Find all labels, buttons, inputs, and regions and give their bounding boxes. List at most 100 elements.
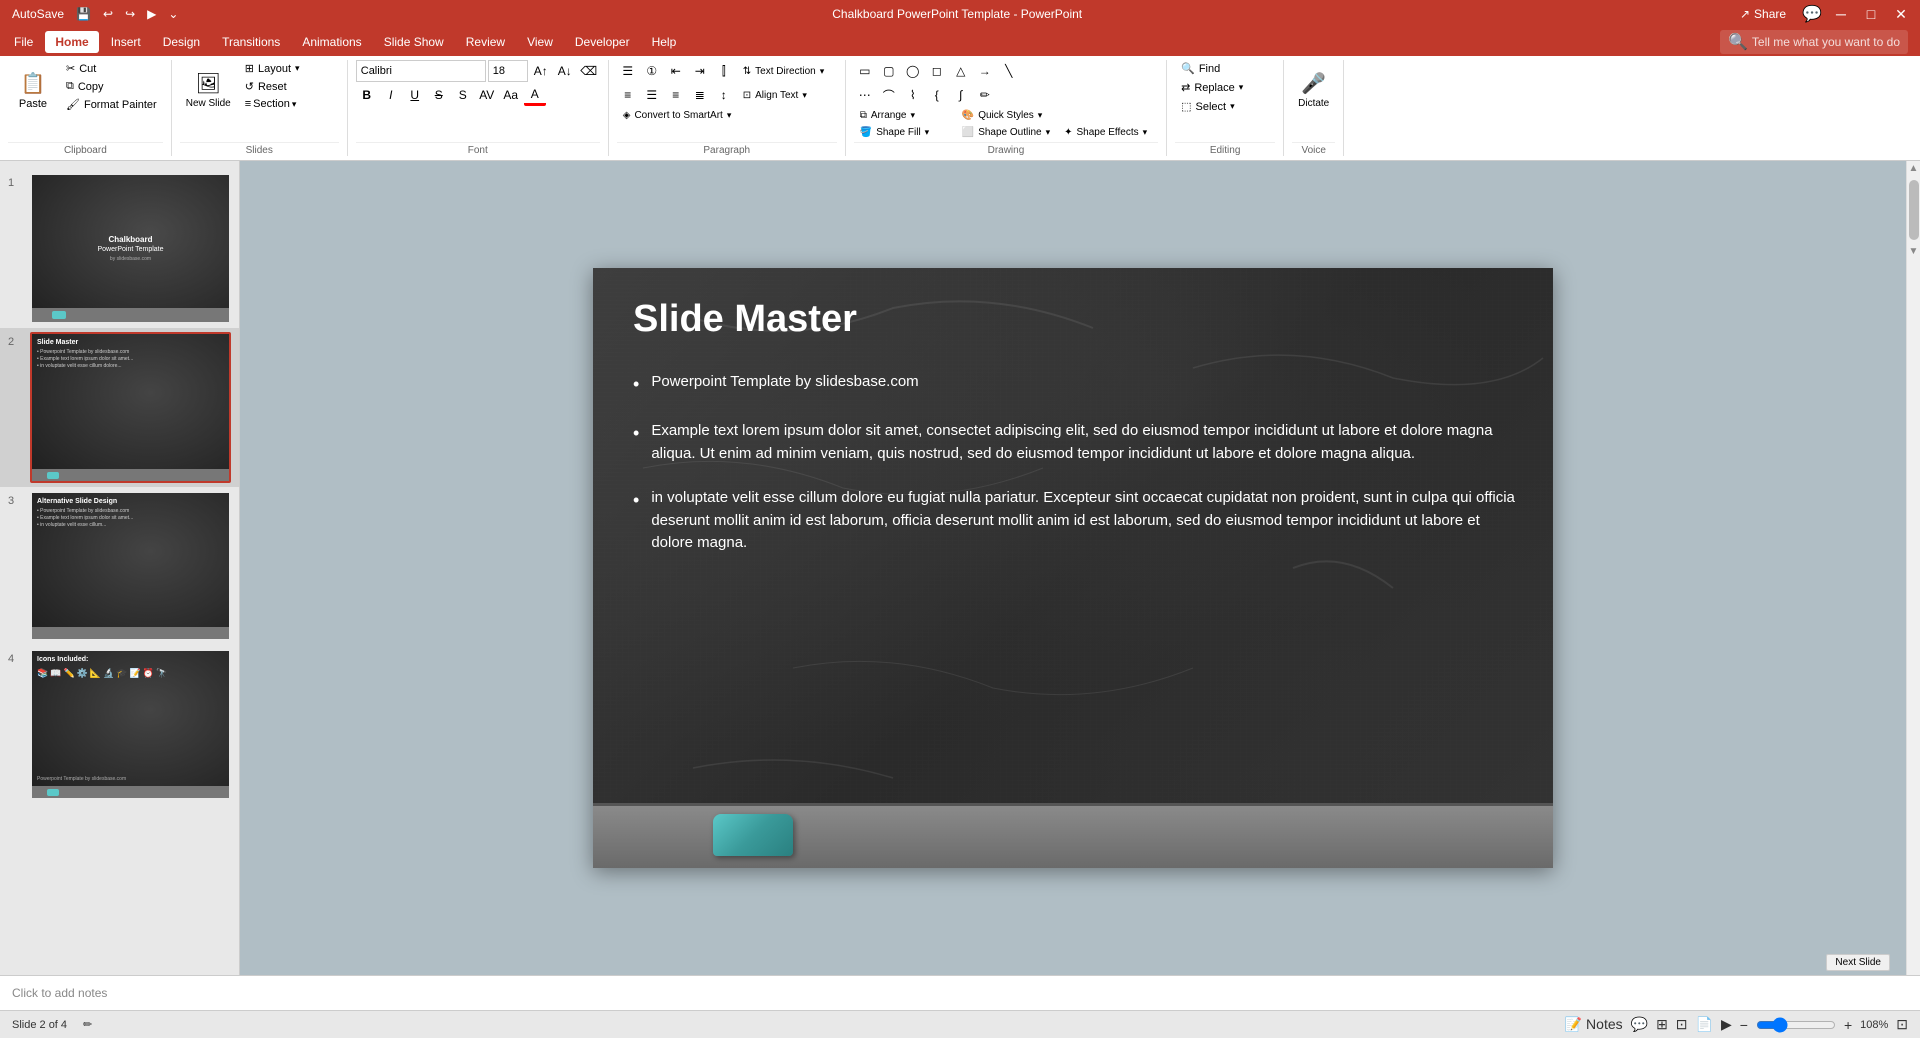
convert-smartart-btn[interactable]: ◈ Convert to SmartArt ▾ — [617, 108, 738, 123]
shape-effects-btn[interactable]: ✦ Shape Effects ▾ — [1058, 125, 1158, 140]
quick-styles-btn[interactable]: 🎨 Quick Styles ▾ — [956, 108, 1056, 123]
menu-file[interactable]: File — [4, 31, 43, 53]
shape-circle-btn[interactable]: ◯ — [902, 60, 924, 82]
redo-btn[interactable]: ↪ — [121, 5, 139, 23]
dictate-button[interactable]: 🎤 Dictate — [1292, 60, 1335, 120]
slide-sorter-btn[interactable]: ⊡ — [1676, 1016, 1688, 1033]
shape-freeform-btn[interactable]: ✏ — [974, 84, 996, 106]
justify-btn[interactable]: ≣ — [689, 84, 711, 106]
restore-button[interactable]: □ — [1860, 3, 1882, 25]
slide-thumb-1[interactable]: Chalkboard PowerPoint Template by slides… — [30, 173, 231, 324]
shape-rect2-btn[interactable]: ◻ — [926, 60, 948, 82]
next-slide-button[interactable]: Next Slide — [1826, 954, 1890, 971]
shape-brace-btn[interactable]: { — [926, 84, 948, 106]
shape-more-btn[interactable]: ⋯ — [854, 84, 876, 106]
slide-item-1[interactable]: 1 Chalkboard PowerPoint Template by slid… — [0, 169, 239, 328]
arrange-btn[interactable]: ⧉ Arrange ▾ — [854, 108, 954, 123]
menu-slideshow[interactable]: Slide Show — [374, 31, 454, 53]
menu-insert[interactable]: Insert — [101, 31, 151, 53]
layout-button[interactable]: ⊞ Layout ▾ — [239, 60, 339, 77]
fit-window-btn[interactable]: ⊡ — [1896, 1016, 1908, 1033]
normal-view-btn[interactable]: ⊞ — [1656, 1016, 1668, 1033]
shape-triangle-btn[interactable]: △ — [950, 60, 972, 82]
slide-item-3[interactable]: 3 Alternative Slide Design • Powerpoint … — [0, 487, 239, 646]
shape-line-btn[interactable]: ╲ — [998, 60, 1020, 82]
bullets-btn[interactable]: ☰ — [617, 60, 639, 82]
shape-rtarrow-btn[interactable]: → — [974, 60, 996, 82]
increase-indent-btn[interactable]: ⇥ — [689, 60, 711, 82]
zoom-slider[interactable] — [1756, 1017, 1836, 1033]
edit-slide-icon[interactable]: ✏ — [83, 1018, 92, 1031]
strikethrough-button[interactable]: S — [428, 84, 450, 106]
align-right-btn[interactable]: ≡ — [665, 84, 687, 106]
align-center-btn[interactable]: ☰ — [641, 84, 663, 106]
slide-thumb-4[interactable]: Icons Included: 📚📖✏️⚙️📐 🔬🎓📝⏰🔭 Powerpoint… — [30, 649, 231, 800]
shape-curve-btn[interactable]: ∫ — [950, 84, 972, 106]
menu-developer[interactable]: Developer — [565, 31, 640, 53]
share-button[interactable]: ↗ Share — [1732, 5, 1794, 23]
text-direction-btn[interactable]: ⇅ Text Direction ▾ — [737, 64, 837, 79]
shape-arc-btn[interactable]: ⌒ — [878, 84, 900, 106]
slide-thumb-2[interactable]: Slide Master • Powerpoint Template by sl… — [30, 332, 231, 483]
menu-animations[interactable]: Animations — [292, 31, 371, 53]
present-btn[interactable]: ▶ — [143, 5, 160, 23]
new-slide-button[interactable]: 🖼 New Slide — [180, 60, 237, 120]
scroll-down-arrow[interactable]: ▼ — [1907, 244, 1920, 259]
autosave-toggle[interactable]: AutoSave — [8, 5, 68, 23]
search-box[interactable]: 🔍 Tell me what you want to do — [1720, 30, 1908, 54]
replace-btn[interactable]: ⇄ Replace ▾ — [1175, 79, 1275, 96]
columns-btn[interactable]: ⫿ — [713, 60, 735, 82]
clear-format-btn[interactable]: ⌫ — [578, 60, 600, 82]
scroll-up-arrow[interactable]: ▲ — [1907, 161, 1920, 176]
menu-view[interactable]: View — [517, 31, 563, 53]
slide-item-4[interactable]: 4 Icons Included: 📚📖✏️⚙️📐 🔬🎓📝⏰🔭 Powerpoi… — [0, 645, 239, 804]
close-button[interactable]: ✕ — [1890, 3, 1912, 25]
reset-button[interactable]: ↺ Reset — [239, 78, 339, 95]
bold-button[interactable]: B — [356, 84, 378, 106]
decrease-indent-btn[interactable]: ⇤ — [665, 60, 687, 82]
slide-item-2[interactable]: 2 Slide Master • Powerpoint Template by … — [0, 328, 239, 487]
shape-connector-btn[interactable]: ⌇ — [902, 84, 924, 106]
save-btn[interactable]: 💾 — [72, 5, 95, 23]
align-text-btn[interactable]: ⊡ Align Text ▾ — [737, 88, 837, 103]
section-button[interactable]: ≡ Section ▾ — [239, 96, 339, 112]
char-spacing-btn[interactable]: AV — [476, 84, 498, 106]
zoom-in-btn[interactable]: + — [1844, 1017, 1852, 1033]
reading-view-btn[interactable]: 📄 — [1696, 1016, 1713, 1033]
increase-font-btn[interactable]: A↑ — [530, 60, 552, 82]
shape-square-btn[interactable]: ▭ — [854, 60, 876, 82]
line-spacing-btn[interactable]: ↕ — [713, 84, 735, 106]
slideshow-btn[interactable]: ▶ — [1721, 1016, 1732, 1033]
notes-area[interactable]: Click to add notes — [0, 975, 1920, 1010]
comments-status-btn[interactable]: 💬 — [1631, 1016, 1648, 1033]
menu-design[interactable]: Design — [153, 31, 210, 53]
change-case-btn[interactable]: Aa — [500, 84, 522, 106]
menu-home[interactable]: Home — [45, 31, 98, 53]
customize-qat-btn[interactable]: ⌄ — [164, 5, 182, 23]
slide-canvas[interactable]: Slide Master • Powerpoint Template by sl… — [593, 268, 1553, 868]
menu-review[interactable]: Review — [456, 31, 515, 53]
italic-button[interactable]: I — [380, 84, 402, 106]
menu-help[interactable]: Help — [642, 31, 687, 53]
shape-rounded-btn[interactable]: ▢ — [878, 60, 900, 82]
shape-outline-btn[interactable]: ⬜ Shape Outline ▾ — [956, 125, 1056, 140]
comments-button[interactable]: 💬 — [1802, 4, 1822, 24]
paste-button[interactable]: 📋 Paste — [8, 60, 58, 120]
shape-fill-btn[interactable]: 🪣 Shape Fill ▾ — [854, 125, 954, 140]
find-btn[interactable]: 🔍 Find — [1175, 60, 1275, 77]
font-name-input[interactable] — [356, 60, 486, 82]
shadow-button[interactable]: S — [452, 84, 474, 106]
align-left-btn[interactable]: ≡ — [617, 84, 639, 106]
slide-thumb-3[interactable]: Alternative Slide Design • Powerpoint Te… — [30, 491, 231, 642]
underline-button[interactable]: U — [404, 84, 426, 106]
scroll-thumb[interactable] — [1909, 180, 1919, 240]
numbering-btn[interactable]: ① — [641, 60, 663, 82]
select-btn[interactable]: ⬚ Select ▾ — [1175, 98, 1275, 115]
decrease-font-btn[interactable]: A↓ — [554, 60, 576, 82]
cut-button[interactable]: ✂ Cut — [60, 60, 163, 77]
copy-button[interactable]: ⧉ Copy — [60, 78, 163, 95]
font-color-btn[interactable]: A — [524, 84, 546, 106]
undo-btn[interactable]: ↩ — [99, 5, 117, 23]
notes-button[interactable]: 📝 Notes — [1565, 1016, 1623, 1033]
zoom-out-btn[interactable]: − — [1740, 1017, 1748, 1033]
